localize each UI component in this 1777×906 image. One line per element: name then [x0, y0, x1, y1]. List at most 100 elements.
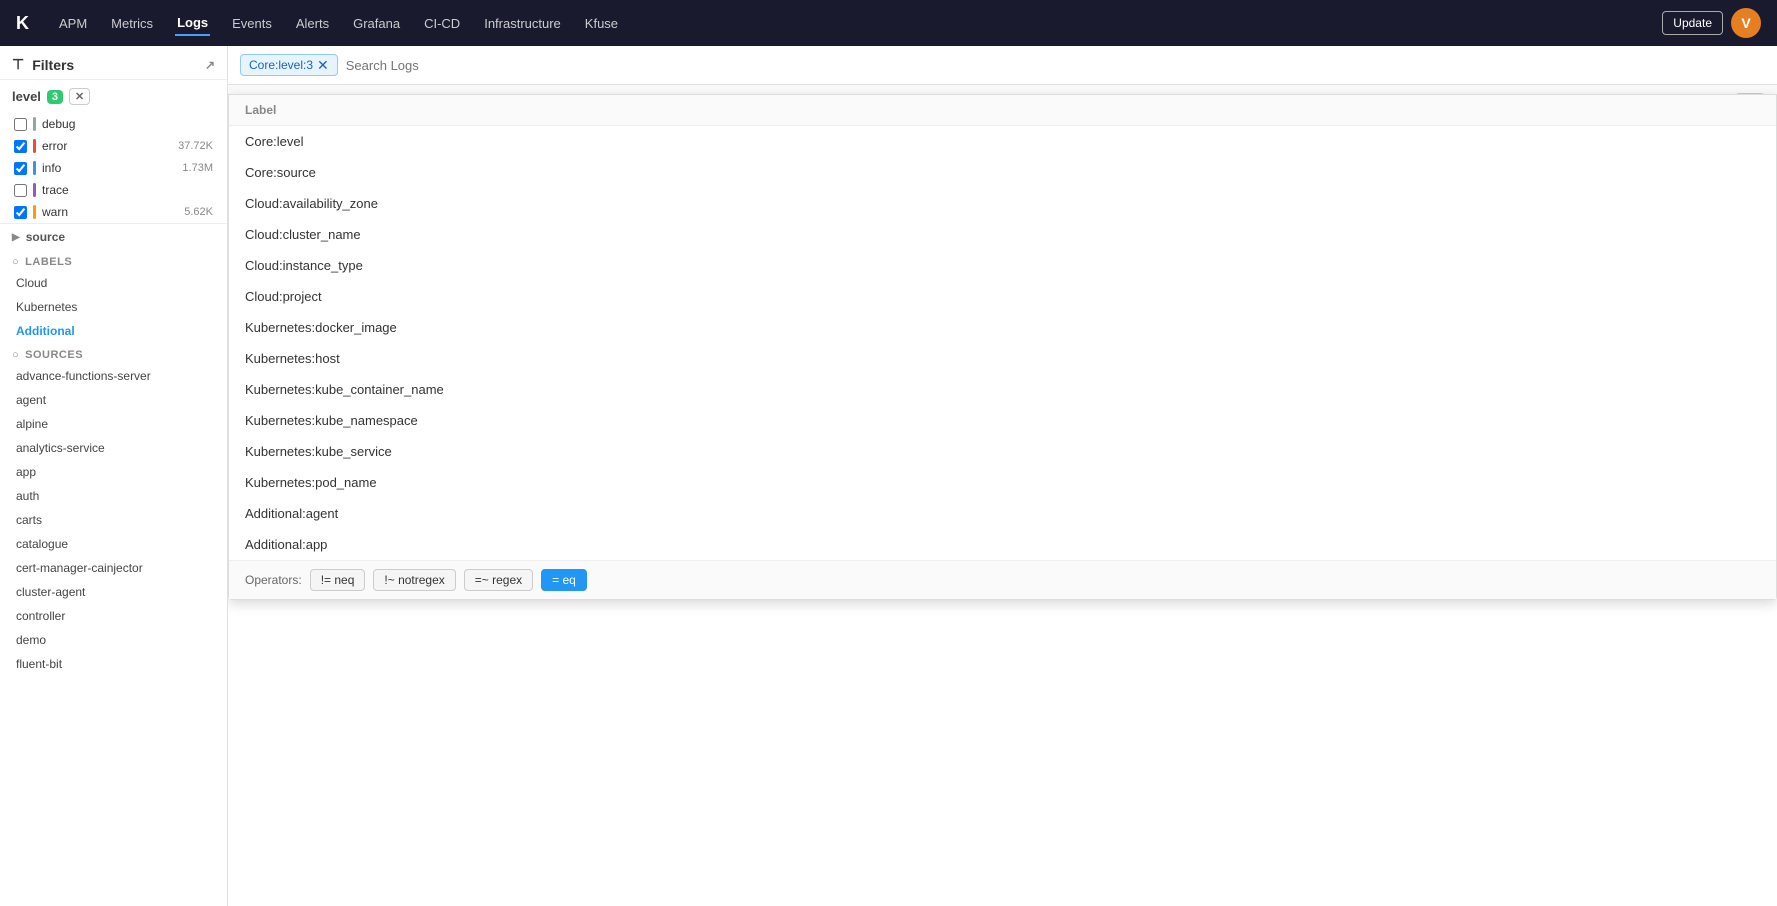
- dropdown-item-cloud-az[interactable]: Cloud:availability_zone: [229, 188, 1776, 219]
- nav-apm[interactable]: APM: [57, 12, 89, 35]
- dropdown-item-additional-app[interactable]: Additional:app: [229, 529, 1776, 560]
- logo: K: [16, 13, 29, 34]
- dropdown-item-additional-agent[interactable]: Additional:agent: [229, 498, 1776, 529]
- dropdown-item-k8s-namespace[interactable]: Kubernetes:kube_namespace: [229, 405, 1776, 436]
- info-label: info: [42, 161, 61, 175]
- level-badge: 3: [47, 90, 63, 104]
- labels-title: LABELS: [25, 256, 72, 268]
- error-checkbox[interactable]: [14, 140, 27, 153]
- sources-title: SOURCES: [25, 349, 83, 361]
- topnav: K APM Metrics Logs Events Alerts Grafana…: [0, 0, 1777, 46]
- source-fluent-bit[interactable]: fluent-bit: [0, 652, 227, 676]
- level-section-title: level: [12, 89, 41, 104]
- dropdown-item-k8s-host[interactable]: Kubernetes:host: [229, 343, 1776, 374]
- source-app[interactable]: app: [0, 460, 227, 484]
- warn-checkbox[interactable]: [14, 206, 27, 219]
- dropdown-item-core-source[interactable]: Core:source: [229, 157, 1776, 188]
- filters-header: ⊤ Filters ↗: [0, 46, 227, 80]
- info-count: 1.73M: [182, 162, 213, 174]
- error-count: 37.72K: [178, 140, 213, 152]
- labels-section-header[interactable]: ○ LABELS: [0, 250, 227, 271]
- dropdown-item-cloud-instance[interactable]: Cloud:instance_type: [229, 250, 1776, 281]
- filter-debug[interactable]: debug: [0, 113, 227, 135]
- sources-section-header[interactable]: ○ SOURCES: [0, 343, 227, 364]
- operators-label: Operators:: [245, 573, 302, 587]
- update-button[interactable]: Update: [1662, 11, 1723, 35]
- error-label: error: [42, 139, 67, 153]
- source-controller[interactable]: controller: [0, 604, 227, 628]
- source-alpine[interactable]: alpine: [0, 412, 227, 436]
- dropdown-item-k8s-container[interactable]: Kubernetes:kube_container_name: [229, 374, 1776, 405]
- nav-infrastructure[interactable]: Infrastructure: [482, 12, 563, 35]
- info-color-bar: [33, 161, 36, 175]
- source-advance-functions-server[interactable]: advance-functions-server: [0, 364, 227, 388]
- warn-label: warn: [42, 205, 68, 219]
- sources-icon: ○: [12, 349, 19, 361]
- filter-tag-remove[interactable]: ✕: [317, 58, 329, 72]
- debug-label: debug: [42, 117, 75, 131]
- filter-warn[interactable]: warn 5.62K: [0, 201, 227, 223]
- filter-tag-text: Core:level:3: [249, 58, 313, 72]
- source-demo[interactable]: demo: [0, 628, 227, 652]
- filter-info[interactable]: info 1.73M: [0, 157, 227, 179]
- avatar[interactable]: V: [1731, 8, 1761, 38]
- info-checkbox[interactable]: [14, 162, 27, 175]
- level-section-header[interactable]: level 3 ✕: [0, 80, 227, 113]
- filter-tag-corelevel[interactable]: Core:level:3 ✕: [240, 54, 338, 76]
- expand-icon[interactable]: ↗: [205, 58, 215, 72]
- filter-error[interactable]: error 37.72K: [0, 135, 227, 157]
- labels-icon: ○: [12, 256, 19, 268]
- debug-color-bar: [33, 117, 36, 131]
- nav-grafana[interactable]: Grafana: [351, 12, 402, 35]
- op-eq[interactable]: = eq: [541, 569, 587, 591]
- labels-kubernetes[interactable]: Kubernetes: [0, 295, 227, 319]
- nav-events[interactable]: Events: [230, 12, 274, 35]
- nav-logs[interactable]: Logs: [175, 11, 210, 36]
- filter-trace[interactable]: trace: [0, 179, 227, 201]
- source-catalogue[interactable]: catalogue: [0, 532, 227, 556]
- nav-metrics[interactable]: Metrics: [109, 12, 155, 35]
- warn-color-bar: [33, 205, 36, 219]
- filters-title: Filters: [32, 57, 74, 73]
- source-section-header[interactable]: ▶ source: [0, 223, 227, 250]
- source-cert-manager[interactable]: cert-manager-cainjector: [0, 556, 227, 580]
- dropdown-item-cloud-cluster[interactable]: Cloud:cluster_name: [229, 219, 1776, 250]
- labels-additional[interactable]: Additional: [0, 319, 227, 343]
- nav-cicd[interactable]: CI-CD: [422, 12, 462, 35]
- content-area: Core:level:3 ✕ Label Core:level Core:sou…: [228, 46, 1777, 906]
- search-dropdown: Label Core:level Core:source Cloud:avail…: [228, 94, 1777, 600]
- source-section-title: source: [26, 230, 65, 244]
- labels-cloud[interactable]: Cloud: [0, 271, 227, 295]
- source-cluster-agent[interactable]: cluster-agent: [0, 580, 227, 604]
- sidebar: ⊤ Filters ↗ level 3 ✕ debug error 37.72K: [0, 46, 228, 906]
- dropdown-operators: Operators: != neq !~ notregex =~ regex =…: [229, 560, 1776, 599]
- trace-color-bar: [33, 183, 36, 197]
- dropdown-label: Label: [229, 95, 1776, 126]
- dropdown-item-k8s-service[interactable]: Kubernetes:kube_service: [229, 436, 1776, 467]
- nav-kfuse[interactable]: Kfuse: [583, 12, 620, 35]
- nav-alerts[interactable]: Alerts: [294, 12, 331, 35]
- op-regex[interactable]: =~ regex: [464, 569, 533, 591]
- trace-label: trace: [42, 183, 69, 197]
- dropdown-item-k8s-pod[interactable]: Kubernetes:pod_name: [229, 467, 1776, 498]
- source-chevron: ▶: [12, 232, 20, 243]
- error-color-bar: [33, 139, 36, 153]
- source-auth[interactable]: auth: [0, 484, 227, 508]
- op-neq[interactable]: != neq: [310, 569, 366, 591]
- source-analytics-service[interactable]: analytics-service: [0, 436, 227, 460]
- search-bar-container: Core:level:3 ✕ Label Core:level Core:sou…: [228, 46, 1777, 85]
- source-carts[interactable]: carts: [0, 508, 227, 532]
- warn-count: 5.62K: [184, 206, 213, 218]
- dropdown-item-core-level[interactable]: Core:level: [229, 126, 1776, 157]
- filter-funnel-icon: ⊤: [12, 56, 24, 73]
- main-layout: ⊤ Filters ↗ level 3 ✕ debug error 37.72K: [0, 46, 1777, 906]
- debug-checkbox[interactable]: [14, 118, 27, 131]
- level-clear-button[interactable]: ✕: [69, 88, 90, 105]
- dropdown-item-cloud-project[interactable]: Cloud:project: [229, 281, 1776, 312]
- op-notregex[interactable]: !~ notregex: [373, 569, 455, 591]
- trace-checkbox[interactable]: [14, 184, 27, 197]
- search-input[interactable]: [346, 58, 1765, 73]
- topnav-right: Update V: [1662, 8, 1761, 38]
- dropdown-item-k8s-docker[interactable]: Kubernetes:docker_image: [229, 312, 1776, 343]
- source-agent[interactable]: agent: [0, 388, 227, 412]
